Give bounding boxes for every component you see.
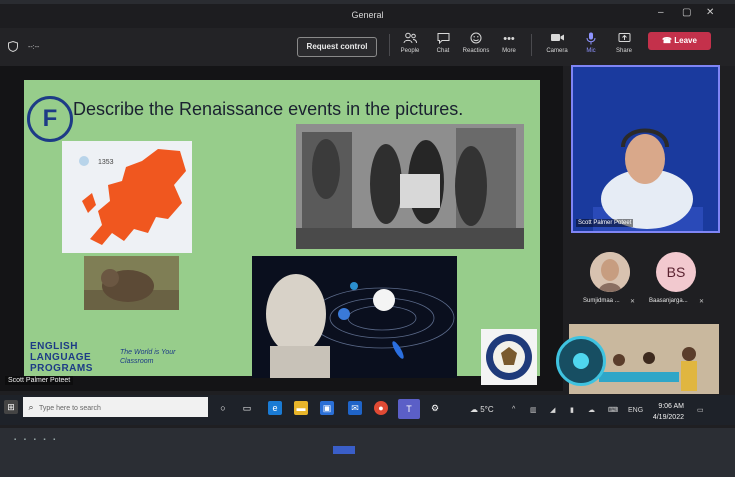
teams-icon[interactable]: T [398, 399, 420, 419]
more-label: More [502, 48, 516, 54]
share-label: Share [615, 48, 632, 54]
chrome-icon[interactable]: ● [374, 401, 388, 415]
task-view-icon[interactable]: ▭ [240, 401, 254, 415]
request-control-button[interactable]: Request control [297, 37, 377, 57]
people-button[interactable]: People [392, 32, 428, 54]
taskbar-clock[interactable]: 9:06 AM 4/19/2022 [650, 401, 684, 423]
logo-line-language: LANGUAGE [30, 352, 92, 363]
mic-label: Mic [586, 48, 596, 54]
search-icon: ⌕ [28, 402, 34, 412]
english-language-programs-logo: ENGLISH LANGUAGE PROGRAMS [30, 341, 93, 374]
window-title: General [351, 10, 384, 20]
department-of-state-seal [481, 329, 537, 385]
mic-icon [573, 32, 609, 46]
participant-avatar-initials[interactable]: BS [656, 252, 696, 292]
presenter-name-caption: Scott Palmer Poteet [5, 376, 74, 385]
title-bar: General – ▢ ✕ [0, 4, 735, 28]
chat-button[interactable]: Chat [425, 32, 461, 54]
chat-icon [425, 32, 461, 46]
store-icon[interactable]: ▣ [320, 401, 334, 415]
mic-muted-icon: ✕ [630, 299, 636, 305]
start-button[interactable]: ⊞ [4, 400, 18, 414]
notification-icon[interactable]: ▭ [697, 406, 704, 414]
display-hardware-buttons: ▪ ▪ ▪ ▪ ▪ [14, 437, 59, 443]
teams-window: General – ▢ ✕ --:-- Request control Peop… [0, 4, 735, 431]
slide-title: Describe the Renaissance events in the p… [73, 99, 464, 119]
europe-plague-map-image [62, 141, 192, 253]
map-year-label: 1353 [98, 159, 114, 166]
meeting-timer: --:-- [28, 44, 40, 51]
participant-name-1: Sumjidmaa ... [583, 298, 620, 304]
people-label: People [400, 48, 420, 54]
shield-icon [8, 40, 18, 55]
search-placeholder: Type here to search [39, 405, 101, 412]
network-icon[interactable]: ▥ [530, 406, 537, 414]
mic-button[interactable]: Mic [573, 32, 609, 54]
camera-button[interactable]: Camera [539, 32, 575, 54]
clock-time: 9:06 AM [658, 403, 684, 410]
close-button[interactable]: ✕ [706, 7, 714, 18]
floating-control-center[interactable] [573, 353, 589, 369]
minimize-button[interactable]: – [658, 7, 664, 18]
slide-section-badge: F [27, 96, 73, 142]
printing-press-engraving-image [296, 124, 524, 249]
more-icon: ••• [503, 33, 515, 45]
edge-browser-icon[interactable]: e [268, 401, 282, 415]
weather-widget[interactable]: ☁ 5°C [470, 405, 494, 414]
phone-hangup-icon: ☎ [662, 36, 673, 45]
camera-icon [539, 32, 575, 46]
cortana-icon[interactable]: ○ [216, 401, 230, 415]
toolbar-divider [389, 34, 390, 56]
keyboard-icon[interactable]: ⌨ [608, 406, 618, 414]
chevron-up-icon[interactable]: ^ [512, 406, 515, 413]
logo-tagline: The World is Your Classroom [120, 349, 176, 365]
marmot-photo [84, 256, 179, 310]
participant-avatar-photo[interactable] [590, 252, 630, 292]
more-button[interactable]: ••• More [491, 32, 527, 54]
display-brand-badge [333, 446, 355, 454]
logo-line-english: ENGLISH [30, 341, 78, 352]
share-icon [606, 32, 642, 46]
people-icon [392, 32, 428, 46]
toolbar-divider [531, 34, 532, 56]
ptolemy-solar-system-image [252, 256, 457, 378]
weather-temp: 5°C [480, 405, 494, 414]
onedrive-icon[interactable]: ☁ [588, 406, 595, 414]
presenter-video-tile[interactable] [571, 65, 720, 233]
leave-button[interactable]: ☎ Leave [648, 32, 711, 50]
participant-name-2: Baasanjarga... [649, 298, 688, 304]
reactions-label: Reactions [462, 48, 490, 54]
presenter-video-caption: Scott Palmer Poteet [576, 219, 634, 227]
taskbar-search-box[interactable]: ⌕ Type here to search [23, 397, 208, 417]
reactions-button[interactable]: Reactions [458, 32, 494, 54]
camera-label: Camera [546, 48, 568, 54]
chat-label: Chat [436, 48, 450, 54]
file-explorer-icon[interactable]: ▬ [294, 401, 308, 415]
display-bezel-bottom [0, 428, 735, 477]
battery-icon[interactable]: ▮ [570, 406, 574, 414]
leave-label: Leave [674, 36, 697, 45]
maximize-button[interactable]: ▢ [682, 7, 691, 18]
logo-line-programs: PROGRAMS [30, 363, 93, 374]
volume-icon[interactable]: ◢ [550, 406, 555, 414]
mic-muted-icon: ✕ [699, 299, 705, 305]
share-button[interactable]: Share [606, 32, 642, 54]
cloud-icon: ☁ [470, 405, 481, 414]
mail-icon[interactable]: ✉ [348, 401, 362, 415]
settings-gear-icon[interactable]: ⚙ [428, 401, 442, 415]
reactions-icon [458, 32, 494, 46]
language-indicator[interactable]: ENG [628, 407, 643, 414]
clock-date: 4/19/2022 [652, 414, 684, 421]
